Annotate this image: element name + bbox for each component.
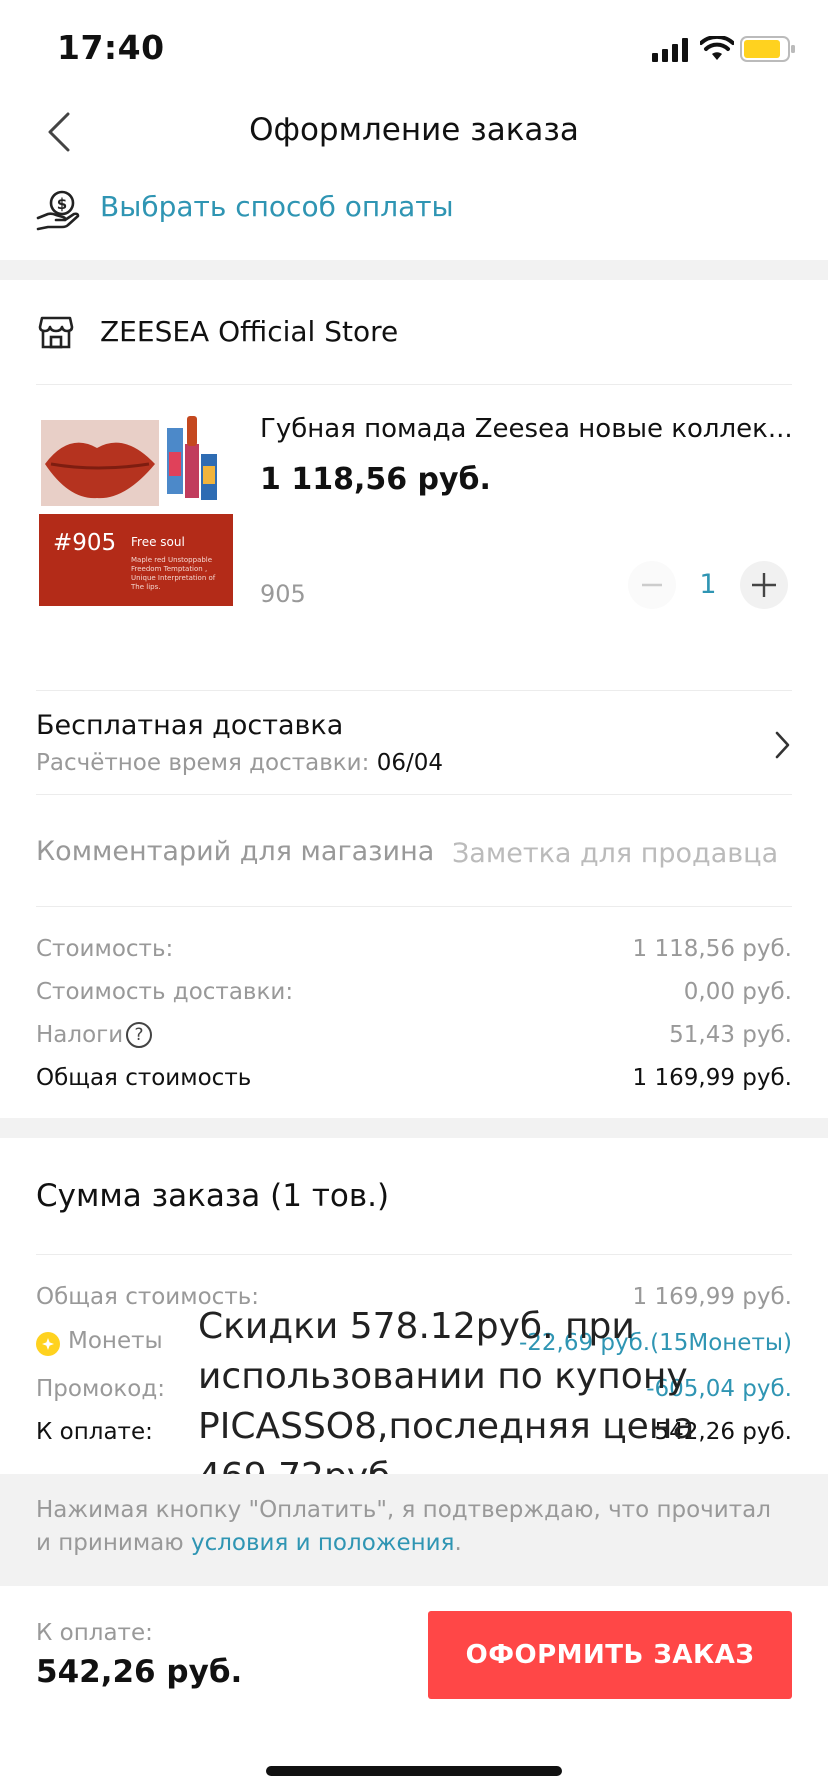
shipping-cost-label: Стоимость доставки: xyxy=(36,979,294,1005)
chevron-right-icon[interactable] xyxy=(772,730,792,760)
order-summary-title: Сумма заказа (1 тов.) xyxy=(36,1178,390,1214)
store-name[interactable]: ZEESEA Official Store xyxy=(100,315,398,348)
place-order-button[interactable]: ОФОРМИТЬ ЗАКАЗ xyxy=(428,1611,792,1699)
store-icon xyxy=(38,316,74,349)
shipping-eta: Расчётное время доставки: 06/04 xyxy=(36,750,443,776)
shipping-cost-value: 0,00 руб. xyxy=(683,979,792,1005)
footer-pay-label: К оплате: xyxy=(36,1620,153,1646)
terms-text-after: . xyxy=(454,1530,462,1556)
tax-label: Налоги xyxy=(36,1022,124,1048)
status-bar: 17:40 xyxy=(0,0,828,100)
shipping-eta-label: Расчётное время доставки: xyxy=(36,750,370,776)
divider xyxy=(36,690,792,691)
quantity-value[interactable]: 1 xyxy=(688,569,728,600)
product-image-desc-line: Unique Interpretation of xyxy=(131,574,216,582)
cellular-signal-icon xyxy=(652,38,688,62)
shipping-title: Бесплатная доставка xyxy=(36,710,344,741)
shipping-row[interactable] xyxy=(0,692,828,792)
shipping-eta-value: 06/04 xyxy=(376,750,443,776)
product-title[interactable]: Губная помада Zeesea новые коллек... xyxy=(260,414,793,444)
footer-pay-value: 542,26 руб. xyxy=(36,1654,243,1690)
status-time: 17:40 xyxy=(57,28,165,67)
seller-note-input[interactable] xyxy=(452,831,792,875)
divider xyxy=(36,384,792,385)
section-gap xyxy=(0,1118,828,1138)
quantity-decrease-button[interactable] xyxy=(628,561,676,609)
svg-text:$: $ xyxy=(57,195,67,213)
product-price: 1 118,56 руб. xyxy=(260,462,491,497)
battery-icon xyxy=(740,36,795,62)
store-total-label: Общая стоимость xyxy=(36,1065,252,1091)
wifi-icon xyxy=(700,36,734,60)
coin-icon xyxy=(36,1332,60,1356)
divider xyxy=(36,794,792,795)
payment-method-link[interactable]: Выбрать способ оплаты xyxy=(100,190,454,223)
product-image-desc-line: The lips. xyxy=(130,583,160,591)
terms-text: Нажимая кнопку "Оплатить", я подтверждаю… xyxy=(36,1494,792,1560)
home-indicator[interactable] xyxy=(266,1766,562,1776)
product-image[interactable]: #905 Free soul Maple red Unstoppable Fre… xyxy=(39,416,233,606)
comment-label: Комментарий для магазина xyxy=(36,836,435,867)
terms-link[interactable]: условия и положения xyxy=(191,1530,455,1556)
discount-overlay-note: Скидки 578.12руб. при использовании по к… xyxy=(198,1306,695,1497)
product-image-shade-name: Free soul xyxy=(131,535,185,549)
section-gap xyxy=(0,260,828,280)
coins-label: Монеты xyxy=(68,1328,163,1354)
product-image-desc-line: Freedom Temptation , xyxy=(131,565,207,573)
cost-label: Стоимость: xyxy=(36,936,174,962)
store-total-value: 1 169,99 руб. xyxy=(632,1065,792,1091)
product-variant: 905 xyxy=(260,580,306,608)
promo-label: Промокод: xyxy=(36,1376,166,1402)
divider xyxy=(36,1254,792,1255)
divider xyxy=(36,906,792,907)
tax-value: 51,43 руб. xyxy=(669,1022,792,1048)
page-title: Оформление заказа xyxy=(249,112,579,148)
amount-due-label: К оплате: xyxy=(36,1419,153,1445)
hand-coin-icon: $ xyxy=(36,190,80,231)
cost-value: 1 118,56 руб. xyxy=(632,936,792,962)
product-image-shade-code: #905 xyxy=(53,530,116,556)
quantity-increase-button[interactable] xyxy=(740,561,788,609)
product-image-desc-line: Maple red Unstoppable xyxy=(131,556,212,564)
help-icon[interactable]: ? xyxy=(126,1022,152,1048)
